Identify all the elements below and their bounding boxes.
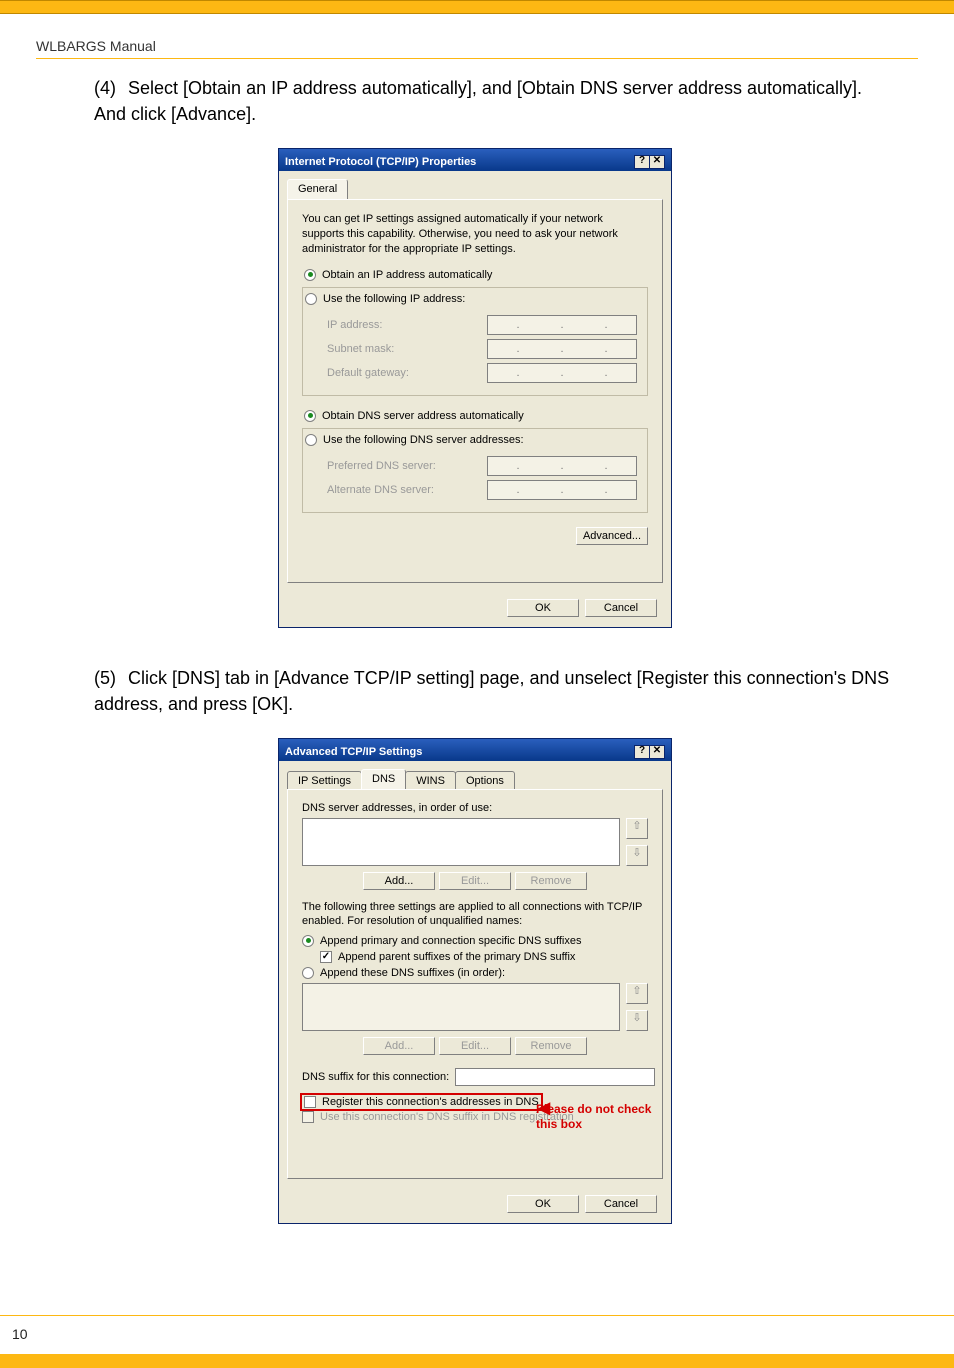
move-up-button[interactable]: ⇧	[626, 818, 648, 839]
radio-append-these[interactable]: Append these DNS suffixes (in order):	[302, 967, 648, 979]
radio-use-ip[interactable]: Use the following IP address:	[305, 293, 471, 305]
radio-auto-ip[interactable]: Obtain an IP address automatically	[304, 269, 648, 281]
close-icon[interactable]: ✕	[649, 155, 665, 169]
cancel-button[interactable]: Cancel	[585, 599, 657, 617]
default-gateway-field[interactable]: ...	[487, 363, 637, 383]
dlg1-hint: You can get IP settings assigned automat…	[302, 212, 648, 257]
header-rule	[36, 58, 918, 59]
tab-dns[interactable]: DNS	[361, 769, 406, 789]
annotation-text: Please do not check this box	[536, 1102, 654, 1131]
radio-icon	[305, 434, 317, 446]
radio-use-ip-label: Use the following IP address:	[323, 293, 465, 305]
instruction-4-text: Select [Obtain an IP address automatical…	[94, 78, 862, 124]
label-dns-suffix-connection: DNS suffix for this connection:	[302, 1071, 449, 1083]
radio-append-these-label: Append these DNS suffixes (in order):	[320, 967, 505, 979]
footer-right-bar	[40, 1354, 954, 1368]
footer-rule	[0, 1315, 954, 1316]
cancel-button[interactable]: Cancel	[585, 1195, 657, 1213]
instruction-4: (4)Select [Obtain an IP address automati…	[94, 75, 894, 127]
dns-server-listbox[interactable]	[302, 818, 620, 866]
subnet-mask-field[interactable]: ...	[487, 339, 637, 359]
ip-address-field[interactable]: ...	[487, 315, 637, 335]
move-down-button[interactable]: ⇩	[626, 1010, 648, 1031]
help-icon[interactable]: ?	[634, 745, 650, 759]
tab-wins[interactable]: WINS	[405, 771, 456, 790]
tcpip-properties-dialog: Internet Protocol (TCP/IP) Properties ? …	[278, 148, 672, 628]
checkbox-icon	[320, 951, 332, 963]
page-number: 10	[12, 1326, 28, 1342]
ok-button[interactable]: OK	[507, 1195, 579, 1213]
dlg1-titlebar[interactable]: Internet Protocol (TCP/IP) Properties ? …	[279, 149, 671, 171]
add-button[interactable]: Add...	[363, 1037, 435, 1055]
move-down-button[interactable]: ⇩	[626, 845, 648, 866]
alternate-dns-field[interactable]: ...	[487, 480, 637, 500]
tab-general[interactable]: General	[287, 179, 348, 199]
label-subnet-mask: Subnet mask:	[327, 343, 481, 355]
checkbox-append-parent[interactable]: Append parent suffixes of the primary DN…	[320, 951, 648, 963]
tab-ip-settings[interactable]: IP Settings	[287, 771, 362, 790]
mid-explain-text: The following three settings are applied…	[302, 900, 648, 929]
checkbox-append-parent-label: Append parent suffixes of the primary DN…	[338, 951, 575, 963]
top-orange-bar	[0, 0, 954, 14]
ok-button[interactable]: OK	[507, 599, 579, 617]
label-ip-address: IP address:	[327, 319, 481, 331]
footer-left-bar	[0, 1354, 40, 1368]
advanced-tcpip-dialog: Advanced TCP/IP Settings ? ✕ IP Settings…	[278, 738, 672, 1224]
dlg1-tabstrip: General	[279, 171, 671, 199]
dns-group: Use the following DNS server addresses: …	[302, 428, 648, 513]
label-default-gateway: Default gateway:	[327, 367, 481, 379]
checkbox-icon	[304, 1096, 316, 1108]
radio-auto-dns[interactable]: Obtain DNS server address automatically	[304, 410, 648, 422]
radio-append-primary-label: Append primary and connection specific D…	[320, 935, 582, 947]
instruction-4-num: (4)	[94, 75, 128, 101]
remove-button[interactable]: Remove	[515, 872, 587, 890]
dlg2-title: Advanced TCP/IP Settings	[285, 746, 422, 758]
dns-suffix-input[interactable]	[455, 1068, 655, 1086]
checkbox-register-dns-label: Register this connection's addresses in …	[322, 1096, 539, 1108]
dlg2-button-row: OK Cancel	[279, 1185, 671, 1223]
dlg2-panel: DNS server addresses, in order of use: ⇧…	[287, 789, 663, 1179]
advanced-button[interactable]: Advanced...	[576, 527, 648, 545]
checkbox-icon	[302, 1111, 314, 1123]
radio-icon	[302, 935, 314, 947]
radio-icon	[304, 269, 316, 281]
radio-icon	[305, 293, 317, 305]
instruction-5: (5)Click [DNS] tab in [Advance TCP/IP se…	[94, 665, 894, 717]
doc-header: WLBARGS Manual	[36, 38, 156, 54]
edit-button[interactable]: Edit...	[439, 1037, 511, 1055]
close-icon[interactable]: ✕	[649, 745, 665, 759]
edit-button[interactable]: Edit...	[439, 872, 511, 890]
radio-append-primary[interactable]: Append primary and connection specific D…	[302, 935, 648, 947]
radio-auto-dns-label: Obtain DNS server address automatically	[322, 410, 524, 422]
add-button[interactable]: Add...	[363, 872, 435, 890]
radio-icon	[304, 410, 316, 422]
dlg1-title: Internet Protocol (TCP/IP) Properties	[285, 156, 476, 168]
radio-icon	[302, 967, 314, 979]
radio-use-dns-label: Use the following DNS server addresses:	[323, 434, 524, 446]
instruction-5-text: Click [DNS] tab in [Advance TCP/IP setti…	[94, 668, 889, 714]
label-preferred-dns: Preferred DNS server:	[327, 460, 481, 472]
dlg2-titlebar[interactable]: Advanced TCP/IP Settings ? ✕	[279, 739, 671, 761]
dlg1-panel: You can get IP settings assigned automat…	[287, 199, 663, 583]
instruction-5-num: (5)	[94, 665, 128, 691]
dns-suffix-listbox[interactable]	[302, 983, 620, 1031]
remove-button[interactable]: Remove	[515, 1037, 587, 1055]
radio-use-dns[interactable]: Use the following DNS server addresses:	[305, 434, 530, 446]
label-dns-list: DNS server addresses, in order of use:	[302, 802, 648, 814]
dlg2-tabstrip: IP Settings DNS WINS Options	[279, 761, 671, 789]
label-alternate-dns: Alternate DNS server:	[327, 484, 481, 496]
preferred-dns-field[interactable]: ...	[487, 456, 637, 476]
radio-auto-ip-label: Obtain an IP address automatically	[322, 269, 492, 281]
dlg1-button-row: OK Cancel	[279, 589, 671, 627]
checkbox-register-dns[interactable]: Register this connection's addresses in …	[302, 1095, 541, 1109]
move-up-button[interactable]: ⇧	[626, 983, 648, 1004]
ip-group: Use the following IP address: IP address…	[302, 287, 648, 396]
help-icon[interactable]: ?	[634, 155, 650, 169]
tab-options[interactable]: Options	[455, 771, 515, 790]
